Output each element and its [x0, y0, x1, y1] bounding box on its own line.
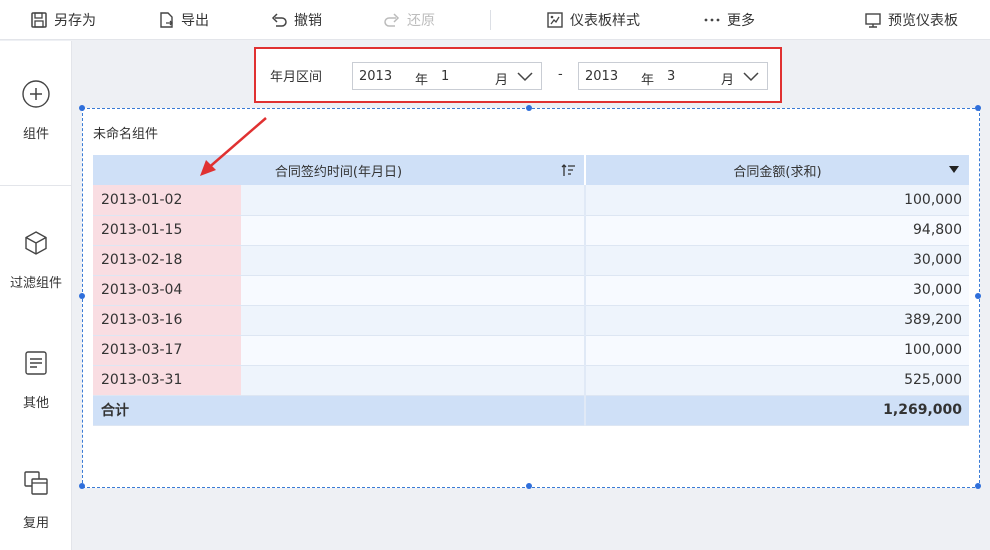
table-row: 2013-01-15 94,800: [93, 215, 969, 246]
column-header-contract-amount[interactable]: 合同金额(求和): [585, 155, 969, 185]
table-row: 2013-03-17 100,000: [93, 335, 969, 366]
redo-button[interactable]: 还原: [383, 0, 435, 40]
start-month-unit: 月: [495, 73, 509, 88]
date-cell: 2013-03-16: [101, 312, 183, 328]
resize-handle[interactable]: [79, 293, 85, 299]
column-header-sign-date[interactable]: 合同签约时间(年月日): [93, 155, 586, 185]
resize-handle[interactable]: [975, 105, 981, 111]
toolbar-divider: [490, 10, 491, 30]
end-month-value: 3: [667, 69, 676, 84]
reuse-icon: [24, 471, 48, 495]
date-cell: 2013-03-31: [101, 372, 183, 388]
start-year-value: 2013: [359, 69, 393, 84]
start-date-select[interactable]: 2013 年 1 月: [352, 62, 542, 90]
widget-title: 未命名组件: [93, 127, 159, 142]
amount-cell: 525,000: [584, 365, 969, 396]
export-label: 导出: [181, 13, 209, 29]
redo-label: 还原: [407, 13, 435, 29]
monitor-icon: [865, 13, 881, 28]
sidebar-item-other[interactable]: 其他: [0, 348, 72, 411]
date-cell: 2013-03-04: [101, 282, 183, 298]
sidebar-item-label: 其他: [22, 396, 49, 411]
plus-circle-icon: [22, 80, 50, 108]
redo-icon: [384, 13, 400, 27]
filter-label: 年月区间: [270, 70, 323, 85]
sidebar-item-label: 复用: [22, 516, 49, 531]
cube-icon: [25, 231, 47, 255]
sidebar-item-filter-components[interactable]: 过滤组件: [0, 228, 72, 291]
end-year-unit: 年: [641, 73, 655, 88]
export-button[interactable]: 导出: [157, 0, 209, 40]
export-icon: [160, 12, 173, 28]
amount-cell: 30,000: [584, 275, 969, 306]
annotation-arrow-icon: [200, 117, 267, 176]
total-label: 合计: [101, 403, 129, 419]
amount-cell: 30,000: [584, 245, 969, 276]
table-row: 2013-03-04 30,000: [93, 275, 969, 306]
resize-handle[interactable]: [975, 483, 981, 489]
resize-handle[interactable]: [526, 105, 532, 111]
toolbar: 另存为 导出 撤销 还原 仪表板样式 更多 预览仪表板: [0, 0, 990, 40]
more-dots-icon: [704, 18, 720, 22]
amount-cell: 94,800: [584, 215, 969, 246]
undo-label: 撤销: [294, 13, 322, 29]
chevron-down-icon: [517, 72, 533, 82]
left-sidebar: 组件 过滤组件 其他 复用: [0, 41, 72, 550]
more-label: 更多: [727, 13, 755, 29]
save-as-label: 另存为: [54, 13, 96, 29]
save-icon: [31, 12, 47, 28]
palette-icon: [547, 12, 563, 28]
sort-icon[interactable]: [560, 162, 576, 178]
amount-cell: 100,000: [584, 185, 969, 216]
save-as-button[interactable]: 另存为: [30, 0, 96, 40]
start-year-unit: 年: [415, 73, 429, 88]
year-month-range-filter: 年月区间 2013 年 1 月 - 2013 年 3 月: [254, 47, 782, 103]
resize-handle[interactable]: [79, 105, 85, 111]
document-icon: [25, 351, 47, 375]
date-cell: 2013-01-15: [101, 222, 183, 238]
column-header-label: 合同签约时间(年月日): [274, 164, 403, 180]
sidebar-item-label: 组件: [22, 127, 49, 142]
table-row: 2013-01-02 100,000: [93, 185, 969, 216]
end-year-value: 2013: [585, 69, 619, 84]
date-cell: 2013-03-17: [101, 342, 183, 358]
date-cell: 2013-01-02: [101, 191, 183, 208]
resize-handle[interactable]: [526, 483, 532, 489]
undo-button[interactable]: 撤销: [270, 0, 322, 40]
amount-cell: 100,000: [584, 335, 969, 366]
sidebar-item-reuse[interactable]: 复用: [0, 468, 72, 531]
sidebar-item-components[interactable]: 组件: [0, 79, 72, 142]
sidebar-item-label: 过滤组件: [9, 276, 62, 291]
table-row: 2013-03-16 389,200: [93, 305, 969, 336]
preview-dashboard-button[interactable]: 预览仪表板: [864, 0, 958, 40]
dashboard-style-label: 仪表板样式: [570, 13, 640, 29]
end-date-select[interactable]: 2013 年 3 月: [578, 62, 768, 90]
end-month-unit: 月: [721, 73, 735, 88]
date-cell: 2013-02-18: [101, 252, 183, 268]
dashboard-style-button[interactable]: 仪表板样式: [546, 0, 640, 40]
table-row: 2013-03-31 525,000: [93, 365, 969, 396]
more-button[interactable]: 更多: [703, 0, 755, 40]
data-table: 合同签约时间(年月日) 合同金额(求和) 2013-01-02 100,000 …: [93, 155, 969, 426]
resize-handle[interactable]: [79, 483, 85, 489]
table-row: 2013-02-18 30,000: [93, 245, 969, 276]
undo-icon: [271, 13, 287, 27]
preview-label: 预览仪表板: [888, 13, 958, 29]
caret-down-icon[interactable]: [949, 166, 959, 173]
amount-cell: 389,200: [584, 305, 969, 336]
range-separator: -: [558, 67, 563, 82]
sidebar-divider: [0, 185, 72, 186]
total-amount: 1,269,000: [584, 395, 969, 426]
total-row: 合计 1,269,000: [93, 395, 969, 426]
resize-handle[interactable]: [975, 293, 981, 299]
chevron-down-icon: [743, 72, 759, 82]
start-month-value: 1: [441, 69, 450, 84]
column-header-label: 合同金额(求和): [733, 164, 822, 180]
